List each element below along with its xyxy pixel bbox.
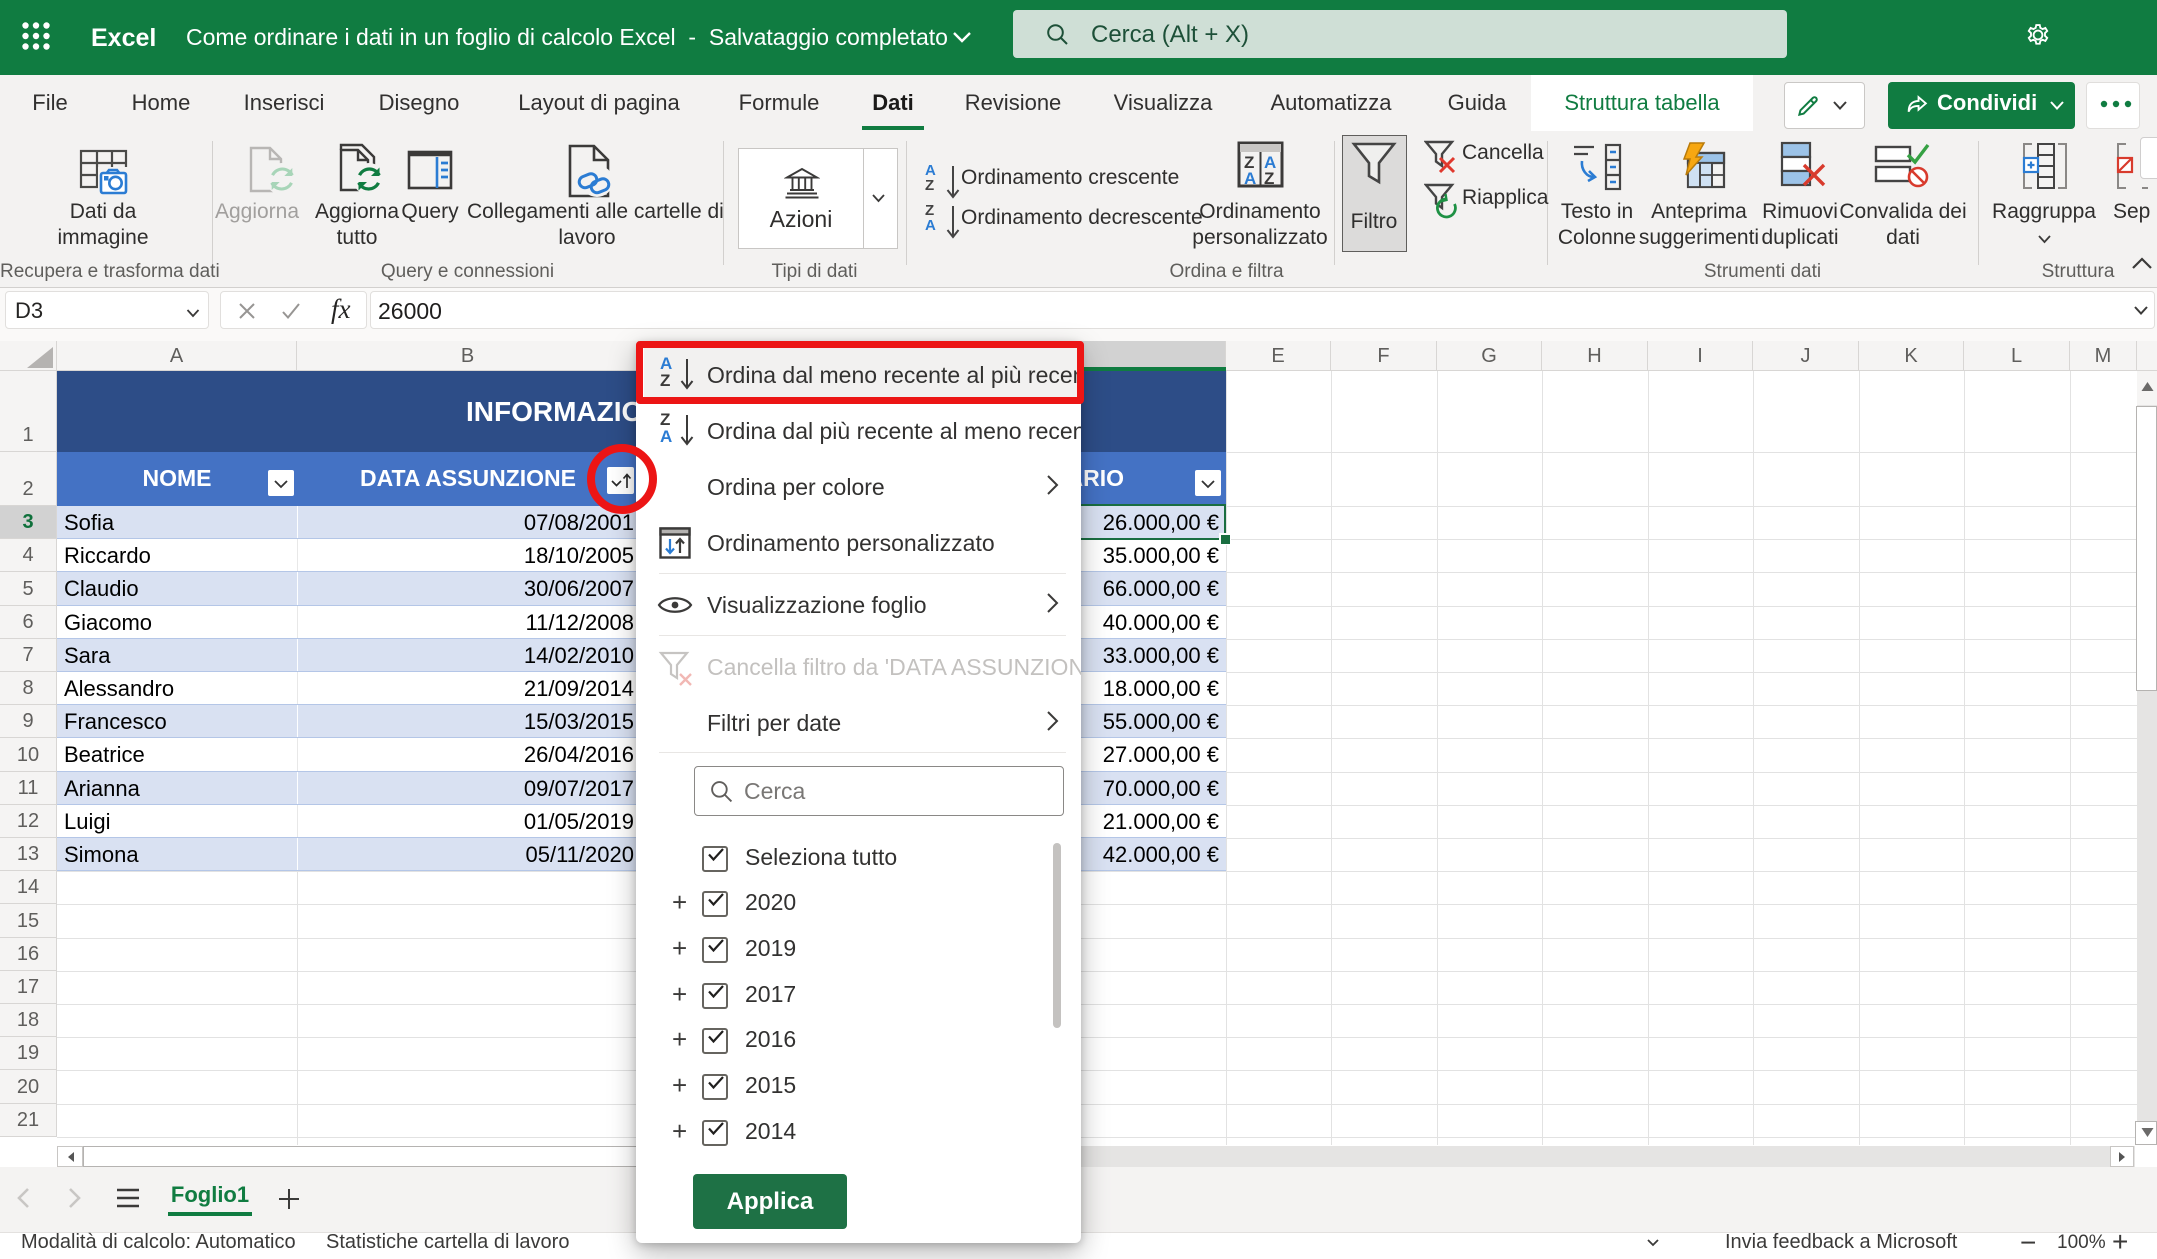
svg-text:A: A (1244, 169, 1256, 188)
svg-text:Z: Z (1264, 169, 1274, 188)
